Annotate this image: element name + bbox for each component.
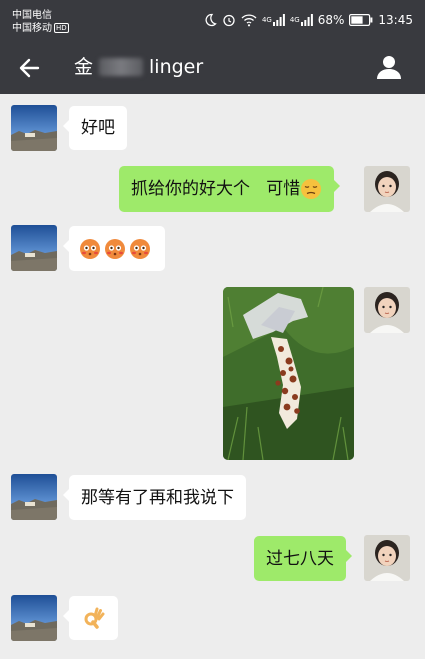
signal-icon-2: 4G	[290, 14, 313, 26]
pensive-face-icon	[300, 178, 322, 200]
message-photo[interactable]	[223, 287, 354, 460]
flushed-face-icon	[104, 238, 126, 260]
contact-name-suffix: linger	[149, 56, 204, 78]
message-bubble-outgoing[interactable]: 抓给你的好大个 可惜	[119, 166, 341, 212]
wifi-icon	[241, 13, 257, 27]
status-bar: 中国电信 中国移动 HD 4G 4G 68% 13:45	[0, 0, 425, 40]
arrow-left-icon	[19, 58, 40, 78]
name-blur-mask	[99, 58, 144, 76]
message-bubble-incoming[interactable]	[63, 596, 118, 640]
message-bubble-incoming[interactable]	[63, 226, 165, 271]
photo-icon	[223, 287, 354, 460]
battery-percent: 68%	[317, 13, 345, 27]
message-text: 过七八天	[266, 548, 334, 569]
message-bubble-incoming[interactable]: 那等有了再和我说下	[63, 475, 246, 520]
alarm-icon	[222, 13, 236, 27]
contact-avatar[interactable]	[11, 105, 57, 151]
message-text: 抓给你的好大个 可惜	[131, 179, 301, 199]
signal-icon-1: 4G	[262, 14, 285, 26]
clock: 13:45	[378, 13, 413, 27]
my-avatar[interactable]	[364, 287, 410, 333]
contact-avatar[interactable]	[11, 225, 57, 271]
my-avatar[interactable]	[364, 535, 410, 581]
battery-icon	[349, 14, 373, 26]
network-type-1: 4G	[261, 15, 272, 24]
moon-icon	[203, 13, 217, 27]
contact-avatar[interactable]	[11, 474, 57, 520]
hd-badge: HD	[54, 23, 69, 33]
contact-name-prefix: 金	[74, 56, 94, 78]
carrier-2-label: 中国移动	[12, 23, 52, 34]
flushed-face-icon	[79, 238, 101, 260]
message-bubble-outgoing[interactable]: 过七八天	[254, 536, 352, 581]
carrier-2: 中国移动 HD	[12, 23, 69, 35]
ok-hand-icon	[83, 607, 105, 629]
status-icons: 4G 4G 68% 13:45	[203, 12, 413, 28]
carrier-1: 中国电信	[12, 10, 52, 21]
chat-info-button[interactable]	[375, 53, 403, 81]
contact-name: 金 linger	[74, 54, 203, 80]
person-icon	[377, 56, 401, 79]
network-type-2: 4G	[289, 15, 300, 24]
message-text: 好吧	[81, 118, 115, 138]
back-button[interactable]	[16, 54, 44, 82]
contact-avatar[interactable]	[11, 595, 57, 641]
message-bubble-incoming[interactable]: 好吧	[63, 106, 127, 150]
flushed-face-icon	[129, 238, 151, 260]
message-text: 那等有了再和我说下	[81, 487, 234, 508]
chat-header: 金 linger	[0, 40, 425, 94]
my-avatar[interactable]	[364, 166, 410, 212]
